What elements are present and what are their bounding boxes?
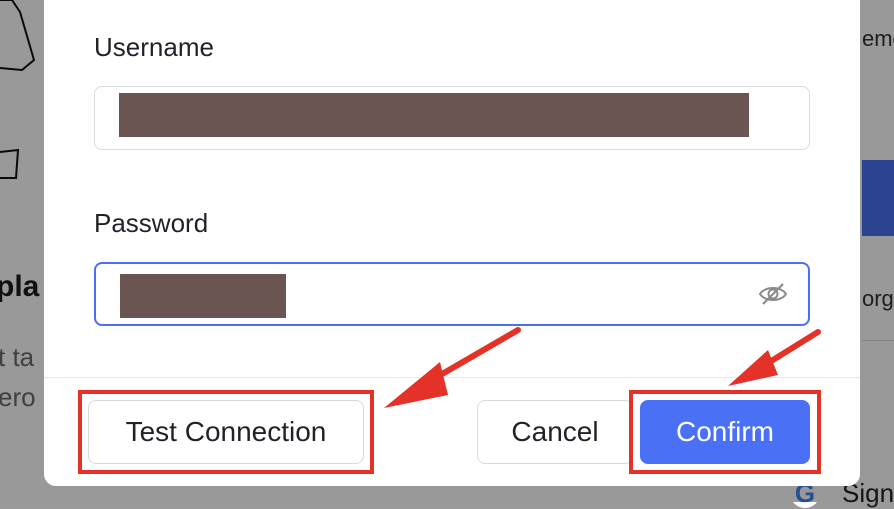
redacted-username bbox=[119, 93, 749, 137]
username-input[interactable] bbox=[94, 86, 810, 150]
annotation-box-test-connection bbox=[78, 390, 374, 474]
password-input[interactable] bbox=[94, 262, 810, 326]
cancel-button[interactable]: Cancel bbox=[477, 400, 633, 464]
username-label: Username bbox=[94, 32, 214, 62]
footer-divider bbox=[44, 377, 860, 378]
password-label: Password bbox=[94, 208, 209, 238]
redacted-password bbox=[120, 274, 286, 318]
annotation-box-confirm bbox=[629, 390, 821, 474]
eye-slash-icon[interactable] bbox=[758, 282, 788, 306]
